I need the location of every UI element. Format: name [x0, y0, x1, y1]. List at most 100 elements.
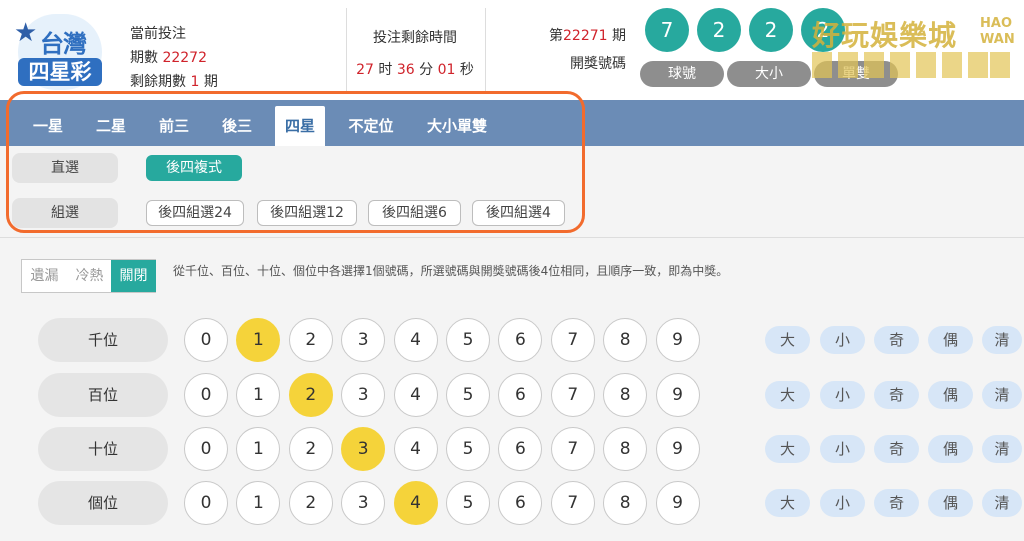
digit-ball[interactable]: 5: [446, 481, 490, 525]
quick-select-button[interactable]: 小: [820, 326, 865, 354]
tab-two-star[interactable]: 二星: [81, 106, 141, 146]
remaining-label: 剩餘期數: [130, 74, 186, 90]
quick-select-button[interactable]: 大: [765, 435, 810, 463]
digit-ball[interactable]: 7: [550, 318, 595, 362]
digit-ball[interactable]: 3: [341, 318, 386, 362]
digit-ball[interactable]: 3: [341, 427, 386, 471]
digit-ball[interactable]: 2: [288, 318, 333, 362]
digit-ball[interactable]: 9: [655, 481, 700, 525]
option-group-4[interactable]: 後四組選4: [472, 200, 565, 226]
option-back-four-compound[interactable]: 後四複式: [146, 155, 242, 181]
digit-ball[interactable]: 1: [236, 427, 281, 471]
digit-ball[interactable]: 6: [498, 427, 543, 471]
position-label: 十位: [38, 427, 168, 471]
tab-four-star[interactable]: 四星: [275, 106, 325, 146]
digit-ball[interactable]: 3: [341, 373, 386, 417]
digit-ball[interactable]: 4: [393, 427, 438, 471]
watermark: 好玩娛樂城 HAO WAN: [812, 14, 1015, 84]
direct-label: 直選: [12, 153, 118, 183]
digit-ball[interactable]: 6: [498, 481, 543, 525]
digit-ball[interactable]: 0: [184, 427, 228, 471]
quick-select-button[interactable]: 奇: [874, 381, 919, 409]
quick-select-button[interactable]: 小: [820, 489, 865, 517]
digit-ball[interactable]: 5: [446, 318, 490, 362]
watermark-side-2: WAN: [980, 32, 1015, 47]
digit-ball[interactable]: 9: [655, 373, 700, 417]
position-label: 個位: [38, 481, 168, 525]
quick-select-button[interactable]: 清: [982, 435, 1022, 463]
remaining-number: 1: [190, 74, 200, 90]
watermark-pattern: [812, 52, 1012, 78]
digit-ball[interactable]: 4: [393, 318, 438, 362]
digit-ball[interactable]: 2: [288, 481, 333, 525]
play-options: 直選 後四複式 組選 後四組選24 後四組選12 後四組選6 後四組選4: [0, 146, 1024, 238]
digit-ball[interactable]: 9: [655, 318, 700, 362]
current-bet-info: 當前投注 期數 22272 剩餘期數 1 期: [130, 22, 218, 94]
digit-ball[interactable]: 5: [446, 373, 490, 417]
quick-select-button[interactable]: 清: [982, 489, 1022, 517]
digit-ball[interactable]: 6: [498, 318, 543, 362]
result-tab-size[interactable]: 大小: [727, 61, 811, 87]
toggle-hot-cold[interactable]: 冷熱: [67, 260, 112, 292]
draw-suffix: 期: [612, 28, 626, 44]
quick-select-button[interactable]: 大: [765, 489, 810, 517]
result-ball: 2: [697, 8, 741, 52]
quick-select-button[interactable]: 小: [820, 435, 865, 463]
digit-ball[interactable]: 0: [184, 481, 228, 525]
digit-ball[interactable]: 7: [550, 481, 595, 525]
quick-select-button[interactable]: 偶: [928, 381, 973, 409]
digit-ball[interactable]: 3: [341, 481, 386, 525]
toggle-off[interactable]: 關閉: [111, 260, 156, 292]
option-group-12[interactable]: 後四組選12: [257, 200, 357, 226]
result-tab-number[interactable]: 球號: [640, 61, 724, 87]
digit-ball[interactable]: 4: [393, 373, 438, 417]
digit-ball[interactable]: 8: [603, 373, 648, 417]
tab-back-three[interactable]: 後三: [207, 106, 267, 146]
quick-select-button[interactable]: 偶: [928, 326, 973, 354]
digit-ball[interactable]: 2: [288, 373, 333, 417]
countdown-minutes: 36: [396, 62, 415, 78]
quick-select-button[interactable]: 奇: [874, 326, 919, 354]
quick-select-button[interactable]: 小: [820, 381, 865, 409]
period-row: 期數 22272: [130, 46, 218, 70]
quick-select-button[interactable]: 大: [765, 381, 810, 409]
tab-unfixed[interactable]: 不定位: [340, 106, 402, 146]
digit-ball[interactable]: 2: [288, 427, 333, 471]
draw-prefix: 第: [549, 28, 563, 44]
digit-ball[interactable]: 1: [236, 373, 281, 417]
digit-ball[interactable]: 8: [603, 318, 648, 362]
group-label: 組選: [12, 198, 118, 228]
digit-ball[interactable]: 1: [236, 318, 281, 362]
digit-ball[interactable]: 0: [184, 373, 228, 417]
watermark-side-1: HAO: [980, 16, 1012, 31]
digit-ball[interactable]: 7: [550, 373, 595, 417]
quick-select-button[interactable]: 奇: [874, 435, 919, 463]
seconds-unit: 秒: [459, 62, 474, 78]
result-ball: 7: [645, 8, 689, 52]
digit-ball[interactable]: 7: [550, 427, 595, 471]
tab-size-parity[interactable]: 大小單雙: [418, 106, 496, 146]
digit-ball[interactable]: 8: [603, 481, 648, 525]
tab-front-three[interactable]: 前三: [144, 106, 204, 146]
digit-ball[interactable]: 5: [446, 427, 490, 471]
digit-ball[interactable]: 8: [603, 427, 648, 471]
logo-line2: 四星彩: [18, 58, 102, 86]
digit-ball[interactable]: 4: [393, 481, 438, 525]
quick-select-button[interactable]: 大: [765, 326, 810, 354]
quick-select-button[interactable]: 清: [982, 381, 1022, 409]
toggle-missing[interactable]: 遺漏: [22, 260, 67, 292]
draw-label: 開獎號碼: [570, 56, 626, 72]
digit-ball[interactable]: 6: [498, 373, 543, 417]
quick-select-button[interactable]: 奇: [874, 489, 919, 517]
digit-ball[interactable]: 1: [236, 481, 281, 525]
option-group-6[interactable]: 後四組選6: [368, 200, 461, 226]
stat-toggle: 遺漏 冷熱 關閉: [21, 259, 156, 293]
quick-select-button[interactable]: 偶: [928, 489, 973, 517]
option-group-24[interactable]: 後四組選24: [146, 200, 244, 226]
quick-select-button[interactable]: 清: [982, 326, 1022, 354]
digit-ball[interactable]: 9: [655, 427, 700, 471]
digit-ball[interactable]: 0: [184, 318, 228, 362]
tab-one-star[interactable]: 一星: [18, 106, 78, 146]
divider: [485, 8, 486, 92]
quick-select-button[interactable]: 偶: [928, 435, 973, 463]
